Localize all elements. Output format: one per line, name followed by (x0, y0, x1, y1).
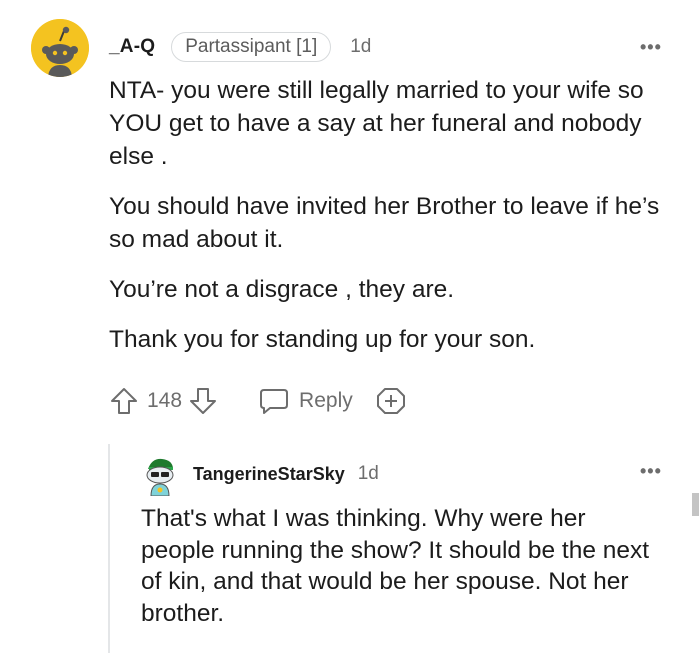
comment-thread: _A-Q Partassipant [1] 1d ••• NTA- you we… (0, 0, 700, 653)
comment-paragraph: Thank you for standing up for your son. (109, 326, 536, 353)
reply-timestamp: 1d (357, 463, 379, 484)
comment-more-options-button[interactable]: ••• (640, 38, 662, 56)
comment-body: NTA- you were still legally married to y… (109, 74, 689, 356)
comment-paragraph: You should have invited her Brother to l… (109, 193, 660, 253)
snoo-avatar-icon (146, 458, 174, 497)
comment-username[interactable]: _A-Q (109, 36, 155, 58)
thread-line[interactable] (108, 444, 110, 653)
comment-timestamp: 1d (350, 36, 372, 57)
award-plus-icon[interactable] (375, 385, 407, 417)
scrollbar-thumb[interactable] (692, 493, 699, 516)
comment-paragraph: NTA- you were still legally married to y… (109, 77, 644, 170)
upvote-arrow-icon[interactable] (109, 386, 139, 416)
reply-user-avatar[interactable] (142, 456, 178, 497)
reply-username[interactable]: TangerineStarSky (193, 464, 345, 485)
vote-count: 148 (147, 389, 183, 412)
speech-bubble-icon (258, 386, 290, 416)
downvote-arrow-icon[interactable] (188, 386, 218, 416)
user-avatar[interactable] (31, 19, 89, 77)
reply-label: Reply (299, 389, 353, 412)
comment-paragraph: You’re not a disgrace , they are. (109, 276, 455, 303)
snoo-avatar-icon (31, 19, 89, 77)
reply-meta: TangerineStarSky 1d (193, 460, 379, 488)
comment-meta: _A-Q Partassipant [1] 1d (109, 31, 371, 63)
reply-body: That's what I was thinking. Why were her… (141, 505, 650, 627)
reply-more-options-button[interactable]: ••• (640, 462, 662, 480)
reply-button[interactable]: Reply (258, 386, 353, 416)
user-flair-badge: Partassipant [1] (171, 32, 332, 62)
comment-actions: 148 Reply (109, 384, 407, 418)
